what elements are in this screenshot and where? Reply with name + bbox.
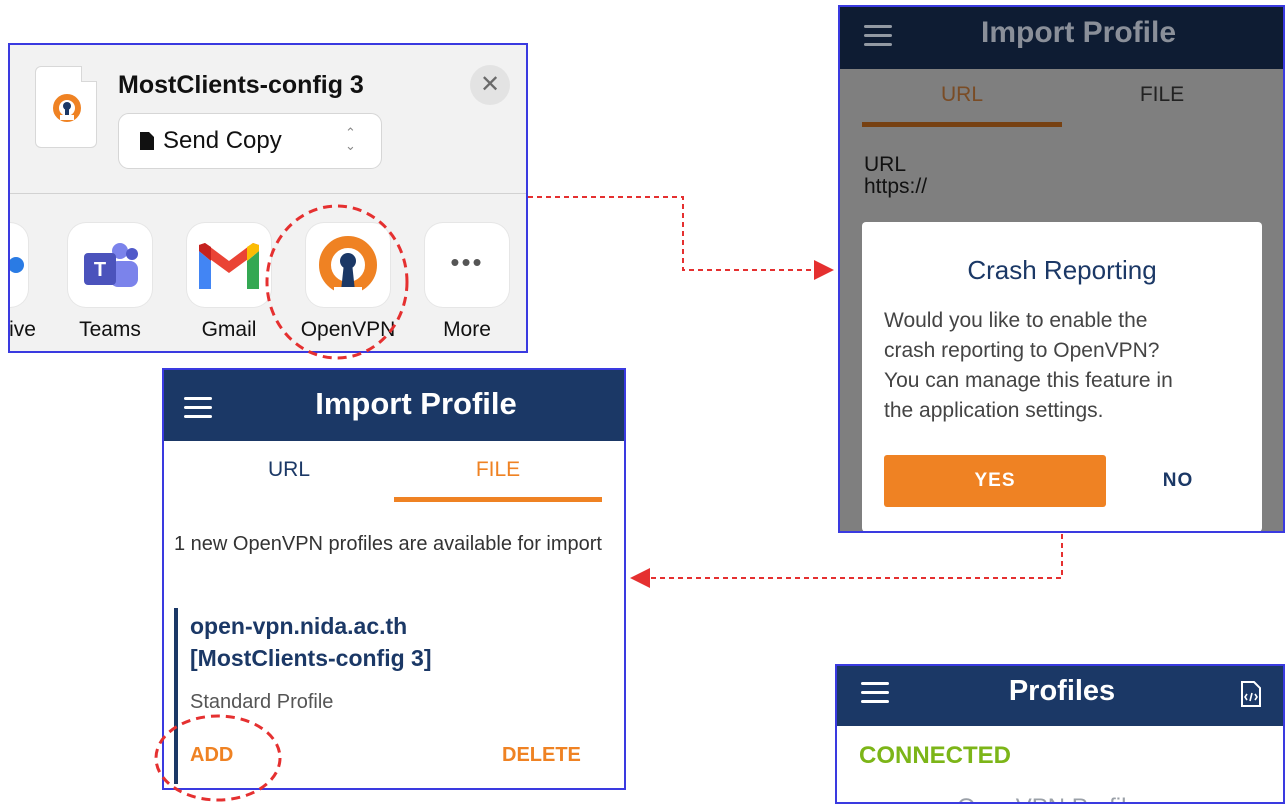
highlight-circle-add [154,714,282,802]
arrow-to-import-file [630,534,1063,588]
annotation-overlay [154,196,1063,802]
arrow-to-crash-dialog [528,196,834,280]
highlight-circle-openvpn [265,204,409,360]
